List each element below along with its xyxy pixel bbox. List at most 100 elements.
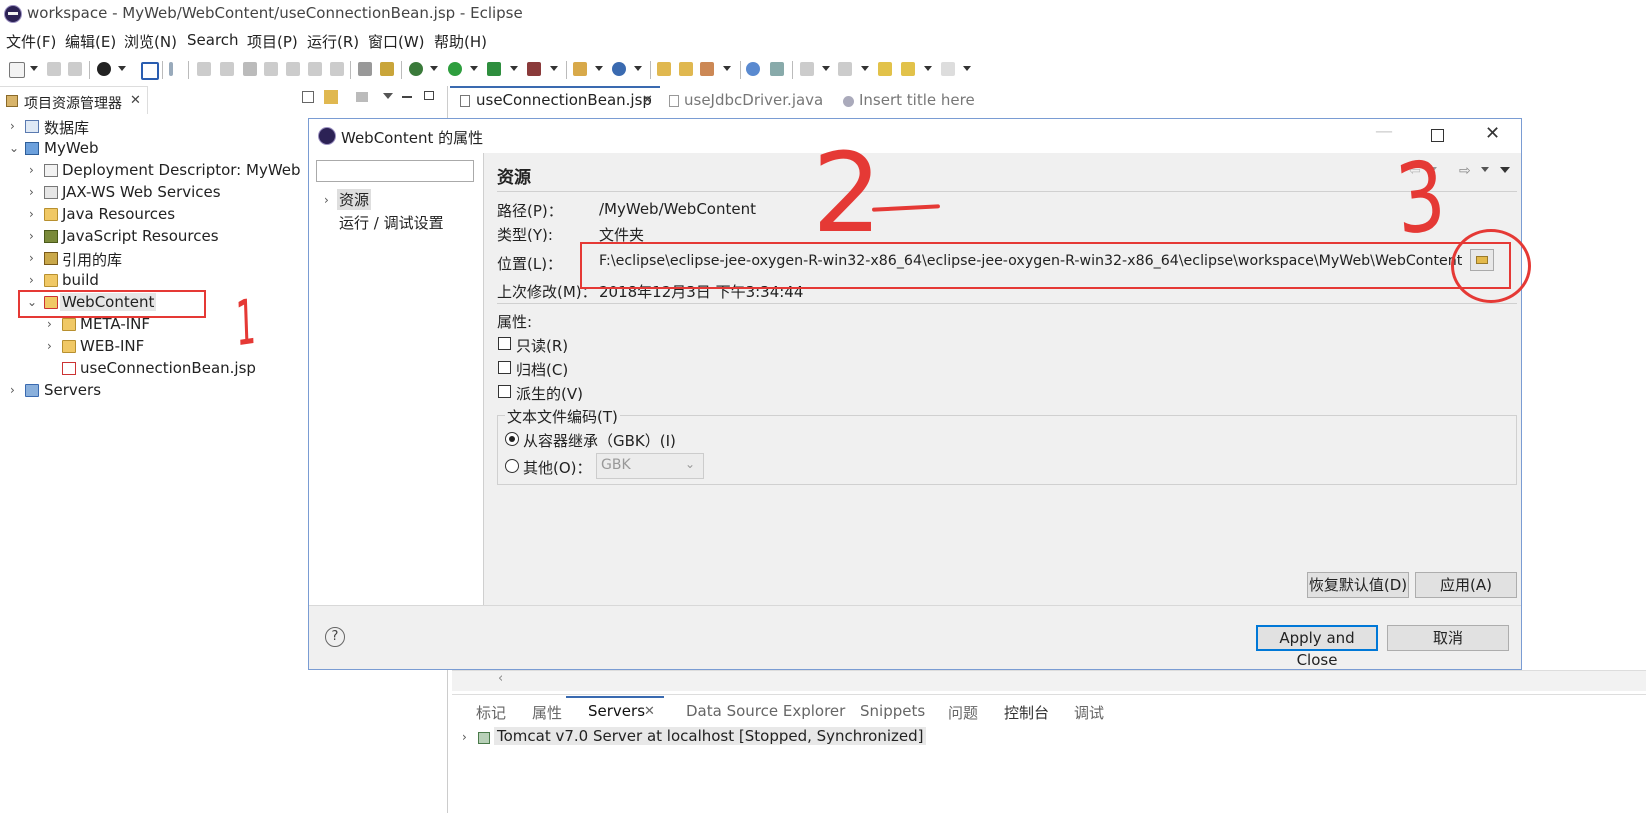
close-icon[interactable]: ✕	[130, 93, 141, 108]
archive-checkbox[interactable]	[498, 361, 511, 374]
save-icon[interactable]	[47, 62, 61, 76]
chevron-right-icon[interactable]: ›	[29, 207, 34, 221]
terminate-icon[interactable]	[243, 62, 257, 76]
menu-search[interactable]: Search	[187, 31, 239, 49]
new-icon[interactable]	[9, 62, 25, 78]
new-server-dropdown-icon[interactable]	[595, 66, 603, 71]
step-over-icon[interactable]	[308, 62, 322, 76]
apply-and-close-button[interactable]: Apply and Close	[1256, 625, 1378, 669]
archive-label[interactable]: 归档(C)	[516, 359, 568, 380]
derived-checkbox[interactable]	[498, 385, 511, 398]
next-annotation-icon[interactable]	[800, 62, 814, 76]
last-edit-location-icon[interactable]	[878, 62, 892, 76]
web-browser-icon[interactable]	[746, 62, 760, 76]
suspend-icon[interactable]	[220, 62, 234, 76]
run-server-dropdown-icon[interactable]	[510, 66, 518, 71]
tab-insert-title[interactable]: Insert title here	[859, 91, 975, 109]
tab-console[interactable]: 控制台	[1004, 702, 1049, 723]
tab-problems[interactable]: 问题	[948, 702, 978, 723]
tab-snippets[interactable]: Snippets	[860, 702, 925, 720]
perspective-dropdown-icon[interactable]	[118, 66, 126, 71]
view-menu-icon[interactable]	[383, 93, 393, 99]
menu-window[interactable]: 窗口(W)	[368, 31, 425, 52]
run-dropdown-icon[interactable]	[470, 66, 478, 71]
forward-dropdown-icon[interactable]	[963, 66, 971, 71]
chevron-right-icon[interactable]: ›	[29, 229, 34, 243]
open-type-icon[interactable]	[657, 62, 671, 76]
chevron-right-icon[interactable]: ›	[462, 730, 467, 744]
inherit-encoding-label[interactable]: 从容器继承（GBK）(I)	[523, 430, 676, 451]
chevron-right-icon[interactable]: ›	[10, 119, 15, 133]
minimize-icon[interactable]	[402, 96, 412, 98]
link-with-editor-icon[interactable]	[324, 90, 338, 104]
other-encoding-radio[interactable]	[505, 459, 519, 473]
server-row[interactable]: Tomcat v7.0 Server at localhost [Stopped…	[494, 727, 927, 745]
help-icon[interactable]: ?	[325, 627, 345, 647]
search-dropdown-icon[interactable]	[723, 66, 731, 71]
search-icon[interactable]	[700, 62, 714, 76]
new-dropdown-icon[interactable]	[30, 66, 38, 71]
chevron-right-icon[interactable]: ›	[324, 193, 329, 207]
horizontal-scrollbar[interactable]	[452, 670, 1646, 691]
apply-button[interactable]: 应用(A)	[1415, 572, 1517, 598]
close-icon[interactable]: ✕	[642, 93, 653, 108]
back-icon[interactable]	[901, 62, 915, 76]
menu-edit[interactable]: 编辑(E)	[65, 31, 116, 52]
chevron-right-icon[interactable]: ›	[10, 383, 15, 397]
nav-item-run-debug[interactable]: 运行 / 调试设置	[339, 212, 444, 233]
scroll-left-icon[interactable]: ‹	[498, 671, 503, 686]
toggle-mark-occurrences-icon[interactable]	[770, 62, 784, 76]
tab-usejdbcdriver[interactable]: useJdbcDriver.java	[684, 91, 823, 109]
next-annotation-dropdown-icon[interactable]	[822, 66, 830, 71]
forward-icon[interactable]: ⇨	[1459, 163, 1471, 179]
previous-annotation-dropdown-icon[interactable]	[861, 66, 869, 71]
run-icon[interactable]	[448, 62, 462, 76]
open-resource-icon[interactable]	[679, 62, 693, 76]
filters-icon[interactable]	[356, 92, 368, 102]
menu-help[interactable]: 帮助(H)	[434, 31, 487, 52]
inherit-encoding-radio[interactable]	[505, 432, 519, 446]
chevron-right-icon[interactable]: ›	[29, 251, 34, 265]
resume-icon[interactable]	[197, 62, 211, 76]
tab-servers[interactable]: Servers	[588, 702, 645, 720]
derived-label[interactable]: 派生的(V)	[516, 383, 583, 404]
menu-project[interactable]: 项目(P)	[247, 31, 298, 52]
maximize-icon[interactable]	[424, 91, 434, 100]
skip-breakpoints-icon[interactable]	[169, 62, 173, 76]
back-dropdown-icon[interactable]	[924, 66, 932, 71]
step-into-icon[interactable]	[286, 62, 300, 76]
cancel-button[interactable]: 取消	[1387, 625, 1509, 651]
chevron-right-icon[interactable]: ›	[29, 273, 34, 287]
menu-file[interactable]: 文件(F)	[6, 31, 56, 52]
use-step-filters-icon[interactable]	[380, 62, 394, 76]
filter-input[interactable]	[316, 160, 474, 182]
forward-dropdown-icon[interactable]	[1481, 167, 1489, 172]
readonly-checkbox[interactable]	[498, 337, 511, 350]
menu-navigate[interactable]: 浏览(N)	[124, 31, 177, 52]
external-tools-dropdown-icon[interactable]	[550, 66, 558, 71]
project-explorer-tab[interactable]: 项目资源管理器 ✕	[0, 86, 148, 114]
run-server-icon[interactable]	[487, 62, 501, 76]
console-icon[interactable]	[141, 62, 159, 80]
chevron-right-icon[interactable]: ›	[29, 185, 34, 199]
disconnect-icon[interactable]	[264, 62, 278, 76]
restore-defaults-button[interactable]: 恢复默认值(D)	[1307, 572, 1409, 598]
close-icon[interactable]: ✕	[1485, 123, 1500, 144]
encoding-select[interactable]: GBK ⌄	[596, 453, 704, 479]
nav-item-resource[interactable]: 资源	[337, 189, 372, 210]
chevron-right-icon[interactable]: ›	[47, 339, 52, 353]
tab-debug[interactable]: 调试	[1074, 702, 1104, 723]
new-java-class-icon[interactable]	[612, 62, 626, 76]
readonly-label[interactable]: 只读(R)	[516, 335, 568, 356]
drop-to-frame-icon[interactable]	[358, 62, 372, 76]
chevron-right-icon[interactable]: ›	[47, 317, 52, 331]
new-server-icon[interactable]	[573, 62, 587, 76]
menu-run[interactable]: 运行(R)	[307, 31, 359, 52]
collapse-all-icon[interactable]	[302, 91, 314, 103]
debug-dropdown-icon[interactable]	[430, 66, 438, 71]
tab-data-source-explorer[interactable]: Data Source Explorer	[686, 702, 845, 720]
external-tools-icon[interactable]	[527, 62, 541, 76]
save-all-icon[interactable]	[68, 62, 82, 76]
tab-markers[interactable]: 标记	[476, 702, 506, 723]
new-java-class-dropdown-icon[interactable]	[634, 66, 642, 71]
